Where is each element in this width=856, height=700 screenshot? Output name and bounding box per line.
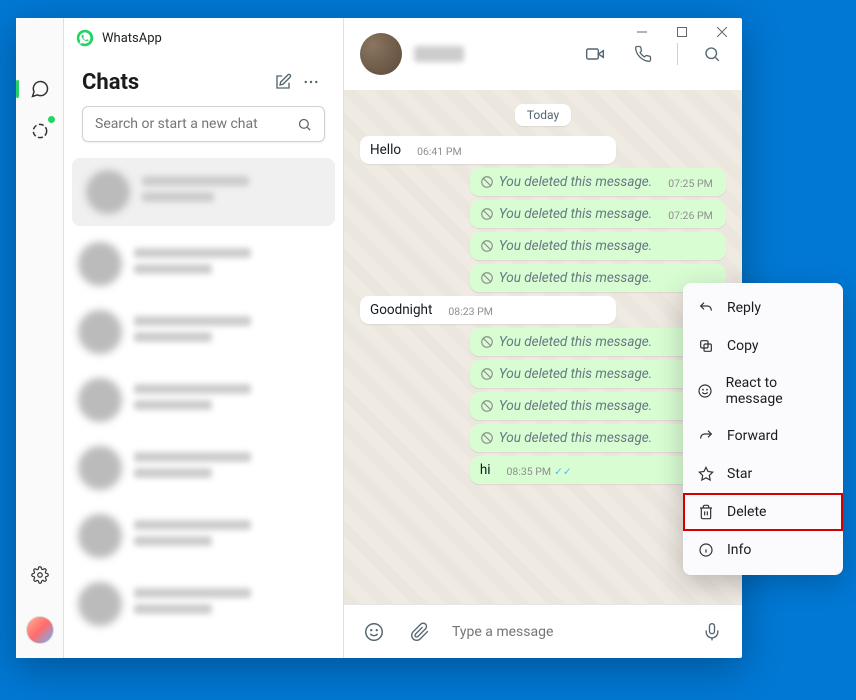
message-time: 07:25 PM <box>668 177 713 190</box>
cm-label: React to message <box>726 375 829 407</box>
self-avatar[interactable] <box>26 616 54 644</box>
message-time: 06:41 PM <box>417 145 462 158</box>
chat-row[interactable] <box>64 366 343 434</box>
chat-row[interactable] <box>64 434 343 502</box>
cm-forward[interactable]: Forward <box>683 417 843 455</box>
message-time: 07:26 PM <box>668 209 713 222</box>
cm-label: Info <box>727 542 751 558</box>
contact-avatar[interactable] <box>360 33 402 75</box>
chat-row[interactable] <box>64 570 343 638</box>
divider <box>677 43 678 65</box>
attach-icon[interactable] <box>406 618 434 646</box>
minimize-button[interactable] <box>622 18 662 46</box>
more-icon[interactable] <box>297 68 325 96</box>
emoji-icon[interactable] <box>360 618 388 646</box>
smile-icon <box>697 382 714 400</box>
forward-icon <box>697 427 715 445</box>
message-time: 08:23 PM <box>448 305 493 318</box>
chat-row[interactable] <box>72 158 335 226</box>
chats-header: Chats <box>64 58 343 106</box>
date-chip: Today <box>515 104 571 126</box>
cm-copy[interactable]: Copy <box>683 327 843 365</box>
cm-label: Delete <box>727 504 766 520</box>
cm-label: Copy <box>727 338 759 354</box>
message-time: 08:35 PM✓✓ <box>507 465 572 478</box>
message-out[interactable]: You deleted this message. 07:25 PM <box>470 168 726 196</box>
cm-star[interactable]: Star <box>683 455 843 493</box>
message-text: You deleted this message. <box>480 206 652 222</box>
search-input[interactable] <box>95 116 297 132</box>
message-text: You deleted this message. <box>480 366 652 382</box>
message-text: You deleted this message. <box>480 270 652 286</box>
cm-info[interactable]: Info <box>683 531 843 569</box>
titlebar: WhatsApp <box>64 18 343 58</box>
message-out[interactable]: You deleted this message. 07:26 PM <box>470 200 726 228</box>
message-text: Hello <box>370 142 401 158</box>
cm-reply[interactable]: Reply <box>683 289 843 327</box>
chat-list-pane: WhatsApp Chats <box>64 18 344 658</box>
chat-list <box>64 154 343 658</box>
chat-row[interactable] <box>64 230 343 298</box>
context-menu: Reply Copy React to message Forward Star… <box>683 283 843 575</box>
video-call-icon[interactable] <box>581 40 609 68</box>
star-icon <box>697 465 715 483</box>
cm-label: Star <box>727 466 752 482</box>
contact-name[interactable] <box>414 46 464 62</box>
composer <box>344 604 742 658</box>
settings-icon[interactable] <box>25 560 55 590</box>
copy-icon <box>697 337 715 355</box>
message-text: You deleted this message. <box>480 334 652 350</box>
cm-delete[interactable]: Delete <box>683 493 843 531</box>
message-text: You deleted this message. <box>480 174 652 190</box>
message-text: You deleted this message. <box>480 430 652 446</box>
message-out[interactable]: You deleted this message. <box>470 232 726 260</box>
chats-title: Chats <box>82 70 269 95</box>
cm-label: Reply <box>727 300 761 316</box>
cm-react[interactable]: React to message <box>683 365 843 417</box>
whatsapp-window: WhatsApp Chats <box>16 18 742 658</box>
app-name: WhatsApp <box>102 31 162 46</box>
search-box[interactable] <box>82 106 325 142</box>
message-text: Goodnight <box>370 302 432 318</box>
nav-status-icon[interactable] <box>25 116 55 146</box>
whatsapp-logo-icon <box>76 29 94 47</box>
nav-rail <box>16 18 64 658</box>
mic-icon[interactable] <box>698 618 726 646</box>
cm-label: Forward <box>727 428 778 444</box>
message-text: You deleted this message. <box>480 398 652 414</box>
message-text: You deleted this message. <box>480 238 652 254</box>
message-in[interactable]: Hello 06:41 PM <box>360 136 616 164</box>
window-controls <box>622 18 742 46</box>
chat-row[interactable] <box>64 502 343 570</box>
reply-icon <box>697 299 715 317</box>
info-icon <box>697 541 715 559</box>
nav-chats-icon[interactable] <box>25 74 55 104</box>
message-in[interactable]: Goodnight 08:23 PM <box>360 296 616 324</box>
message-input[interactable] <box>452 624 680 640</box>
search-icon <box>297 117 312 132</box>
message-text: hi <box>480 462 491 478</box>
chat-row[interactable] <box>64 298 343 366</box>
trash-icon <box>697 503 715 521</box>
close-button[interactable] <box>702 18 742 46</box>
maximize-button[interactable] <box>662 18 702 46</box>
new-chat-icon[interactable] <box>269 68 297 96</box>
